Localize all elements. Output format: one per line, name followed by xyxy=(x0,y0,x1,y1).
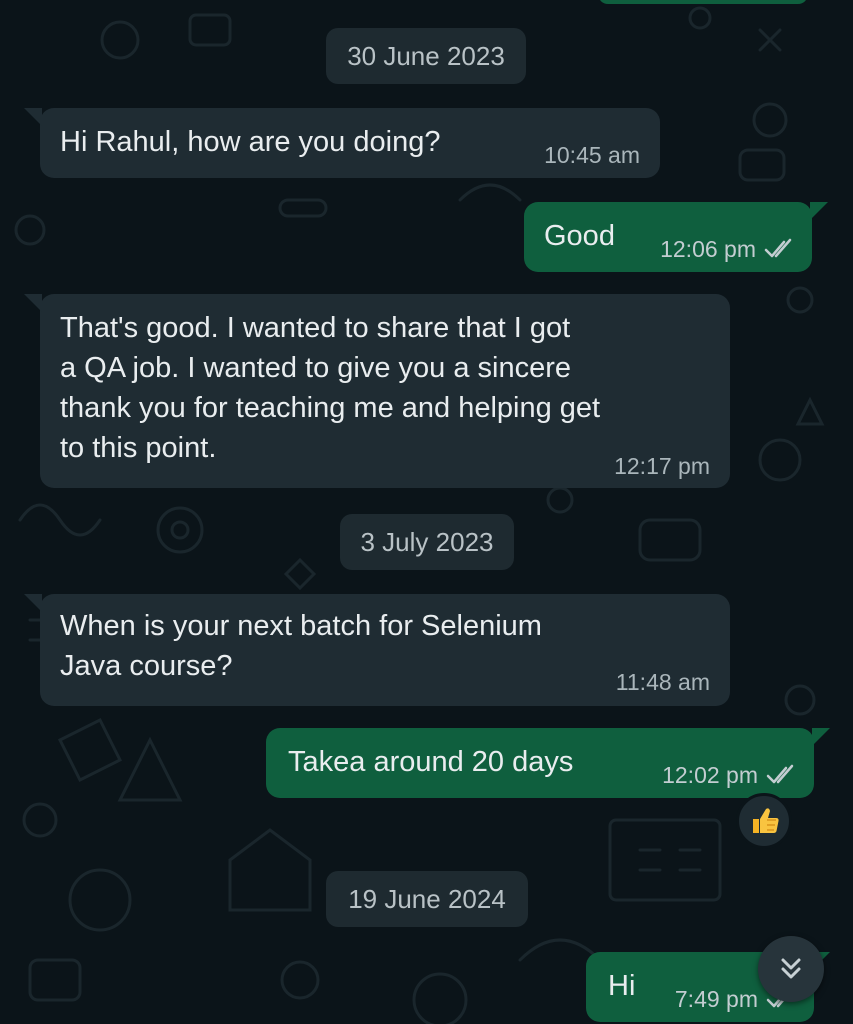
message-meta: 12:02 pm xyxy=(662,761,798,789)
message-time: 12:02 pm xyxy=(662,762,758,788)
date-separator: 30 June 2023 xyxy=(326,28,526,84)
chat-area: 30 June 2023 Hi Rahul, how are you doing… xyxy=(0,0,853,1024)
scroll-to-bottom-button[interactable] xyxy=(758,936,824,1002)
message-meta: 10:45 am xyxy=(544,141,640,169)
message-time: 7:49 pm xyxy=(674,986,758,1012)
double-check-icon xyxy=(764,238,792,258)
message-text: When is your next batch for Selenium Jav… xyxy=(60,610,542,682)
thumbs-up-icon xyxy=(753,808,779,833)
previous-message-edge xyxy=(598,0,808,4)
message-time: 11:48 am xyxy=(615,669,710,695)
message-text: Hi xyxy=(608,970,636,1002)
message-text: That's good. I wanted to share that I go… xyxy=(60,312,601,464)
message-meta: 12:17 pm xyxy=(614,452,710,480)
message-text: Takea around 20 days xyxy=(288,746,574,778)
message-time: 12:06 pm xyxy=(660,236,756,262)
message-text: Good xyxy=(544,220,615,252)
double-chevron-down-icon xyxy=(781,958,801,979)
message-bubble-incoming[interactable]: Hi Rahul, how are you doing? 10:45 am xyxy=(24,108,660,178)
message-text: Hi Rahul, how are you doing? xyxy=(60,126,441,158)
message-time: 10:45 am xyxy=(544,142,640,168)
message-bubble-incoming[interactable]: When is your next batch for Selenium Jav… xyxy=(24,594,730,706)
date-separator: 19 June 2024 xyxy=(326,871,528,927)
message-meta: 11:48 am xyxy=(616,668,710,696)
message-bubble-outgoing[interactable]: Takea around 20 days 12:02 pm xyxy=(266,728,830,798)
message-bubble-outgoing[interactable]: Good 12:06 pm xyxy=(524,202,828,272)
message-time: 12:17 pm xyxy=(614,453,710,479)
message-reaction[interactable] xyxy=(736,793,792,849)
message-bubble-incoming[interactable]: That's good. I wanted to share that I go… xyxy=(24,294,730,488)
double-check-icon xyxy=(766,764,794,784)
message-meta: 12:06 pm xyxy=(660,235,796,263)
date-separator: 3 July 2023 xyxy=(340,514,514,570)
